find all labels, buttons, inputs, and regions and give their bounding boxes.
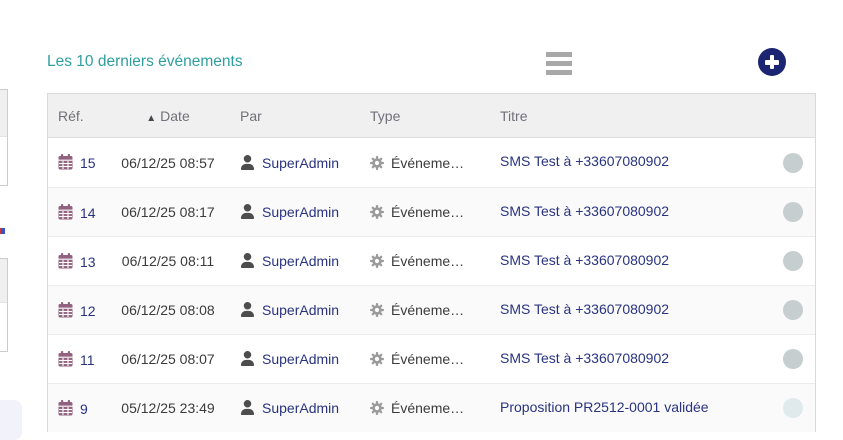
event-type: Événeme… <box>391 351 464 367</box>
events-table-body: 15 06/12/25 08:57 SuperAdmin Événeme… SM… <box>48 138 815 432</box>
event-title-link[interactable]: SMS Test à +33607080902 <box>500 350 669 366</box>
calendar-icon <box>58 154 73 170</box>
calendar-icon <box>58 253 73 269</box>
widget-menu-button[interactable] <box>546 52 572 75</box>
status-dot[interactable] <box>783 202 803 222</box>
user-icon <box>240 351 255 366</box>
event-date: 06/12/25 08:07 <box>121 351 214 367</box>
sort-asc-icon: ▲ <box>146 113 156 124</box>
col-header-date[interactable]: ▲Date <box>106 94 230 138</box>
col-header-titre[interactable]: Titre <box>490 94 770 138</box>
event-date: 05/12/25 23:49 <box>121 400 214 416</box>
event-row[interactable]: 14 06/12/25 08:17 SuperAdmin Événeme… SM… <box>48 187 815 236</box>
user-icon <box>240 253 255 268</box>
user-icon <box>240 204 255 219</box>
event-row[interactable]: 12 06/12/25 08:08 SuperAdmin Événeme… SM… <box>48 285 815 334</box>
cropped-lavender-card-fragment <box>0 400 22 440</box>
cropped-chart-icon-fragment <box>0 228 5 234</box>
event-author-link[interactable]: SuperAdmin <box>262 400 339 416</box>
event-date: 06/12/25 08:57 <box>121 155 214 171</box>
event-row[interactable]: 11 06/12/25 08:07 SuperAdmin Événeme… SM… <box>48 334 815 383</box>
event-author-link[interactable]: SuperAdmin <box>262 204 339 220</box>
event-type: Événeme… <box>391 400 464 416</box>
hamburger-icon <box>546 52 572 57</box>
cropped-left-panel-top <box>0 89 8 186</box>
event-row[interactable]: 13 06/12/25 08:11 SuperAdmin Événeme… SM… <box>48 236 815 285</box>
cropped-panel-header <box>0 259 7 303</box>
event-title-link[interactable]: SMS Test à +33607080902 <box>500 252 669 268</box>
event-ref-link[interactable]: 12 <box>80 303 96 319</box>
event-ref-link[interactable]: 15 <box>80 155 96 171</box>
table-header-row: Réf. ▲Date Par Type Titre <box>48 94 815 138</box>
event-ref-link[interactable]: 14 <box>80 205 96 221</box>
event-type: Événeme… <box>391 302 464 318</box>
event-date: 06/12/25 08:11 <box>122 253 214 269</box>
event-author-link[interactable]: SuperAdmin <box>262 253 339 269</box>
col-header-status <box>770 94 815 138</box>
status-dot[interactable] <box>783 349 803 369</box>
col-header-ref[interactable]: Réf. <box>48 94 106 138</box>
gear-icon <box>370 401 384 415</box>
user-icon <box>240 302 255 317</box>
event-type: Événeme… <box>391 155 464 171</box>
events-panel: Réf. ▲Date Par Type Titre <box>47 93 816 432</box>
event-ref-link[interactable]: 13 <box>80 254 96 270</box>
widget-title: Les 10 derniers événements <box>47 53 243 71</box>
event-author-link[interactable]: SuperAdmin <box>262 155 339 171</box>
cropped-left-panel-bottom <box>0 258 8 352</box>
status-dot[interactable] <box>783 251 803 271</box>
calendar-icon <box>58 351 73 367</box>
calendar-icon <box>58 400 73 416</box>
col-header-type[interactable]: Type <box>360 94 490 138</box>
event-title-link[interactable]: SMS Test à +33607080902 <box>500 301 669 317</box>
event-date: 06/12/25 08:08 <box>121 302 214 318</box>
event-author-link[interactable]: SuperAdmin <box>262 302 339 318</box>
status-dot[interactable] <box>783 300 803 320</box>
calendar-icon <box>58 204 73 220</box>
event-type: Événeme… <box>391 204 464 220</box>
user-icon <box>240 400 255 415</box>
gear-icon <box>370 254 384 268</box>
gear-icon <box>370 303 384 317</box>
status-dot[interactable] <box>783 153 803 173</box>
event-type: Événeme… <box>391 253 464 269</box>
calendar-icon <box>58 302 73 318</box>
status-dot[interactable] <box>783 398 803 418</box>
gear-icon <box>370 205 384 219</box>
cropped-panel-header <box>0 90 7 137</box>
event-row[interactable]: 15 06/12/25 08:57 SuperAdmin Événeme… SM… <box>48 138 815 187</box>
event-date: 06/12/25 08:17 <box>121 204 214 220</box>
event-ref-link[interactable]: 9 <box>80 401 88 417</box>
event-title-link[interactable]: SMS Test à +33607080902 <box>500 153 669 169</box>
gear-icon <box>370 156 384 170</box>
event-title-link[interactable]: SMS Test à +33607080902 <box>500 203 669 219</box>
event-row[interactable]: 9 05/12/25 23:49 SuperAdmin Événeme… Pro… <box>48 383 815 432</box>
event-ref-link[interactable]: 11 <box>80 352 95 368</box>
event-author-link[interactable]: SuperAdmin <box>262 351 339 367</box>
events-table: Réf. ▲Date Par Type Titre <box>48 94 815 432</box>
col-header-par[interactable]: Par <box>230 94 360 138</box>
user-icon <box>240 155 255 170</box>
event-title-link[interactable]: Proposition PR2512-0001 validée <box>500 399 709 415</box>
gear-icon <box>370 352 384 366</box>
add-event-button[interactable] <box>758 48 786 76</box>
